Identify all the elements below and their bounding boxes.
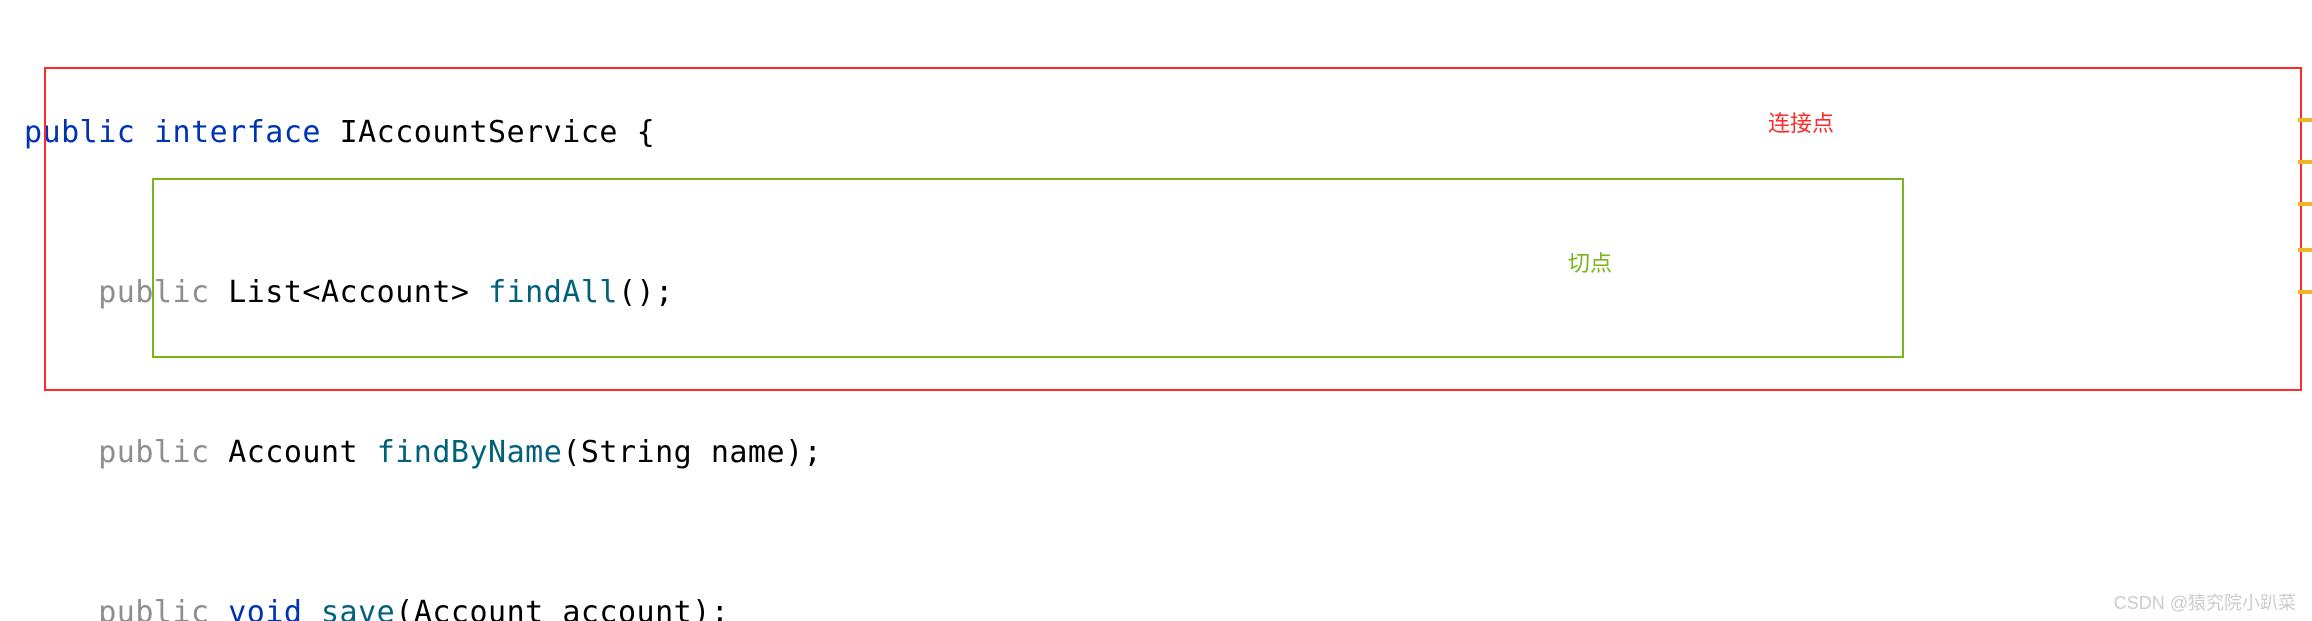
keyword-interface: interface: [154, 115, 321, 150]
warning-mark[interactable]: [2298, 290, 2312, 294]
params: ();: [618, 275, 674, 310]
param-name: account: [562, 595, 692, 621]
class-name: IAccountService: [340, 115, 618, 150]
warning-mark[interactable]: [2298, 202, 2312, 206]
keyword-public: public: [98, 435, 209, 470]
param-type: String: [581, 435, 692, 470]
keyword-public: public: [24, 115, 135, 150]
method-name: save: [321, 595, 395, 621]
keyword-public: public: [98, 595, 209, 621]
keyword-public: public: [98, 275, 209, 310]
param-type: Account: [414, 595, 544, 621]
brace-open: {: [637, 115, 656, 150]
code-line-2[interactable]: public List<Account> findAll();: [0, 265, 2312, 320]
return-type: List<Account>: [228, 275, 469, 310]
warning-mark[interactable]: [2298, 160, 2312, 164]
paren-close: );: [692, 595, 729, 621]
keyword-void: void: [228, 595, 302, 621]
method-name: findByName: [377, 435, 563, 470]
return-type: Account: [228, 435, 358, 470]
code-line-4[interactable]: public void save(Account account);: [0, 585, 2312, 621]
paren-close: );: [785, 435, 822, 470]
code-editor[interactable]: public interface IAccountService { publi…: [0, 0, 2312, 621]
paren-open: (: [395, 595, 414, 621]
param-name: name: [711, 435, 785, 470]
editor-gutter-marks: [2298, 0, 2312, 621]
warning-mark[interactable]: [2298, 248, 2312, 252]
paren-open: (: [562, 435, 581, 470]
code-line-1[interactable]: public interface IAccountService {: [0, 105, 2312, 160]
warning-mark[interactable]: [2298, 118, 2312, 122]
code-line-3[interactable]: public Account findByName(String name);: [0, 425, 2312, 480]
method-name: findAll: [488, 275, 618, 310]
